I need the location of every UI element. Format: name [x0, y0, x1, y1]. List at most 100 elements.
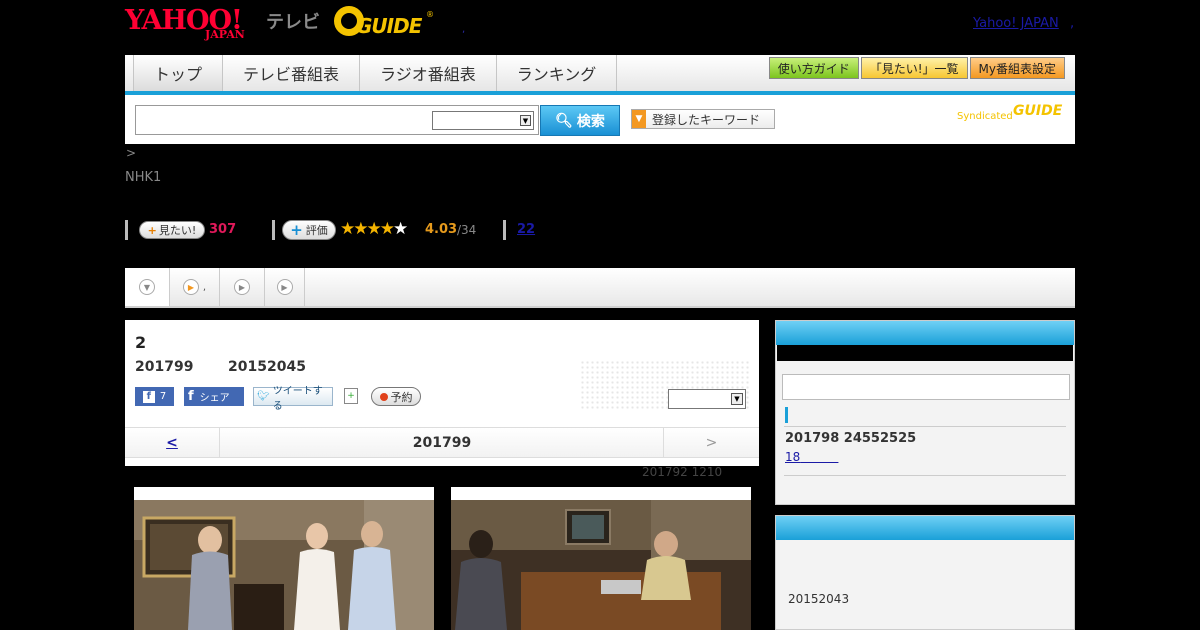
main-nav-bar: トップ テレビ番組表 ラジオ番組表 ランキング 使い方ガイド 「見たい!」一覧 … [125, 55, 1075, 95]
registered-keyword-label: 登録したキーワード [652, 112, 761, 127]
yahoo-japan-link[interactable]: Yahoo! JAPAN [973, 16, 1059, 31]
episode-select[interactable]: ▼ [668, 389, 746, 409]
star-icon: ★★★★ [340, 219, 395, 239]
my-schedule-settings-button[interactable]: My番組表設定 [969, 57, 1065, 79]
tab-2[interactable]: ▶ , [170, 268, 220, 306]
twitter-bird-icon: 🐦︎ [257, 391, 270, 402]
episode-card: 2 201799 20152045 f 7 f シェア 🐦︎ ツイートする + … [125, 320, 759, 466]
channel-name: NHK1 [125, 170, 162, 185]
usage-guide-button[interactable]: 使い方ガイド [768, 57, 859, 79]
reserve-button[interactable]: 予約 [371, 387, 421, 406]
sidebar-input[interactable] [782, 374, 1070, 400]
nav-tab-tv-schedule[interactable]: テレビ番組表 [223, 55, 361, 91]
dropdown-triangle-icon: ▼ [632, 110, 646, 128]
want-to-watch-button[interactable]: + 見たい! [139, 221, 205, 239]
syndicated-label: Syndicated [957, 111, 1013, 122]
sidebar-panel-2: 20152043 [775, 515, 1075, 630]
sidebar-panel-1: 201798 24552525 18 [775, 320, 1075, 505]
yahoo-japan-logo[interactable]: YAHOO! JAPAN [125, 6, 263, 42]
divider [784, 475, 1066, 476]
play-icon: ▶ [234, 279, 250, 295]
episode-title: 2 [135, 333, 147, 352]
plus-icon: + [290, 221, 303, 239]
photo-scene-2 [451, 500, 751, 630]
photo-scene-1 [134, 500, 434, 630]
stat-divider [125, 220, 128, 240]
chevron-down-icon: ▼ [520, 115, 531, 126]
header-dot: , [462, 24, 466, 35]
update-timestamp: 201792 1210 [642, 465, 723, 479]
search-icon: 🔍︎ [555, 112, 573, 129]
facebook-icon: f [188, 389, 194, 404]
date-pager: < 201799 > [125, 427, 759, 458]
sidebar-broadcast-info: 201798 24552525 [785, 431, 917, 446]
nav-tab-radio-schedule[interactable]: ラジオ番組表 [360, 55, 497, 91]
episode-date: 201799 [135, 359, 194, 375]
play-icon: ▶ [276, 279, 293, 295]
tweet-button[interactable]: 🐦︎ ツイートする [253, 386, 333, 412]
facebook-like-button[interactable]: f 7 [135, 387, 174, 406]
gguide-logo[interactable]: GUIDE ® [334, 6, 434, 40]
nav-tabs: トップ テレビ番組表 ラジオ番組表 ランキング [133, 55, 618, 91]
sidebar-2-text: 20152043 [788, 592, 850, 606]
want-label: 見たい! [158, 224, 197, 237]
rating-count: /34 [457, 223, 477, 237]
search-bar: ▼ 🔍︎ 検索 ▼ 登録したキーワード Syndicated GUIDE [125, 95, 1075, 144]
search-category-select[interactable]: ▼ [432, 111, 534, 130]
pager-current-date: 201799 [412, 434, 472, 451]
stat-divider [503, 220, 506, 240]
tab-program-info[interactable]: ▼ [125, 268, 170, 306]
nav-tab-top[interactable]: トップ [133, 55, 224, 91]
pager-prev-link[interactable]: < [125, 428, 220, 457]
reserve-label: 予約 [390, 390, 413, 404]
rate-button[interactable]: + 評価 [282, 220, 336, 240]
facebook-like-count: 7 [159, 391, 167, 402]
rate-label: 評価 [305, 224, 328, 237]
tab-4[interactable]: ▶ [265, 268, 305, 306]
sidebar-panel-subheader [777, 345, 1073, 361]
review-count-link[interactable]: 22 [517, 222, 535, 237]
breadcrumb[interactable]: > [126, 146, 136, 160]
gguide-logo-text: GUIDE [356, 14, 422, 38]
nav-tab-ranking[interactable]: ランキング [497, 55, 618, 91]
registered-keyword-button[interactable]: ▼ 登録したキーワード [631, 109, 775, 129]
rating-value: 4.03 [425, 222, 458, 237]
nav-util-buttons: 使い方ガイド 「見たい!」一覧 My番組表設定 [768, 57, 1065, 79]
pager-next-link[interactable]: > [663, 428, 759, 457]
tweet-label: ツイートする [272, 385, 323, 412]
sidebar-panel-header [776, 321, 1074, 345]
search-button-label: 検索 [576, 113, 605, 130]
want-list-button[interactable]: 「見たい!」一覧 [860, 57, 968, 79]
chevron-down-icon: ▼ [731, 393, 743, 405]
registered-mark: ® [426, 10, 434, 19]
content-tab-strip: ▼ ▶ , ▶ ▶ [125, 268, 1075, 308]
divider [784, 426, 1066, 427]
episode-photo-2[interactable] [451, 487, 751, 630]
calendar-add-icon[interactable]: + [344, 388, 358, 404]
sidebar-link-label: 18 [785, 450, 801, 464]
play-icon: ▶ [182, 279, 199, 295]
tab-2-label: , [202, 281, 207, 293]
page: YAHOO! JAPAN テレビ GUIDE ® , Yahoo! JAPAN … [0, 0, 1200, 630]
want-count: 307 [209, 222, 237, 237]
facebook-share-button[interactable]: f シェア [184, 387, 244, 406]
yahoo-link-comma: , [1070, 16, 1075, 31]
episode-photo-1[interactable] [134, 487, 434, 630]
sidebar-accent-bar [785, 407, 788, 423]
stat-divider [272, 220, 275, 240]
chevron-down-icon: ▼ [139, 279, 155, 295]
syndicated-gguide-logo: GUIDE [1013, 103, 1063, 119]
facebook-icon: f [142, 390, 155, 403]
sidebar-link[interactable]: 18 [785, 450, 838, 464]
tab-3[interactable]: ▶ [220, 268, 265, 306]
search-button[interactable]: 🔍︎ 検索 [540, 105, 620, 136]
record-dot-icon [379, 392, 388, 401]
episode-time: 20152045 [228, 359, 306, 375]
plus-icon: + [147, 223, 157, 237]
rating-stars: ★★★★★ [340, 219, 408, 239]
tv-logo-text[interactable]: テレビ [266, 8, 320, 34]
sidebar-panel-header [776, 516, 1074, 540]
japan-logo-text: JAPAN [205, 28, 245, 41]
star-empty-icon: ★ [392, 219, 408, 239]
facebook-share-label: シェア [199, 393, 230, 404]
